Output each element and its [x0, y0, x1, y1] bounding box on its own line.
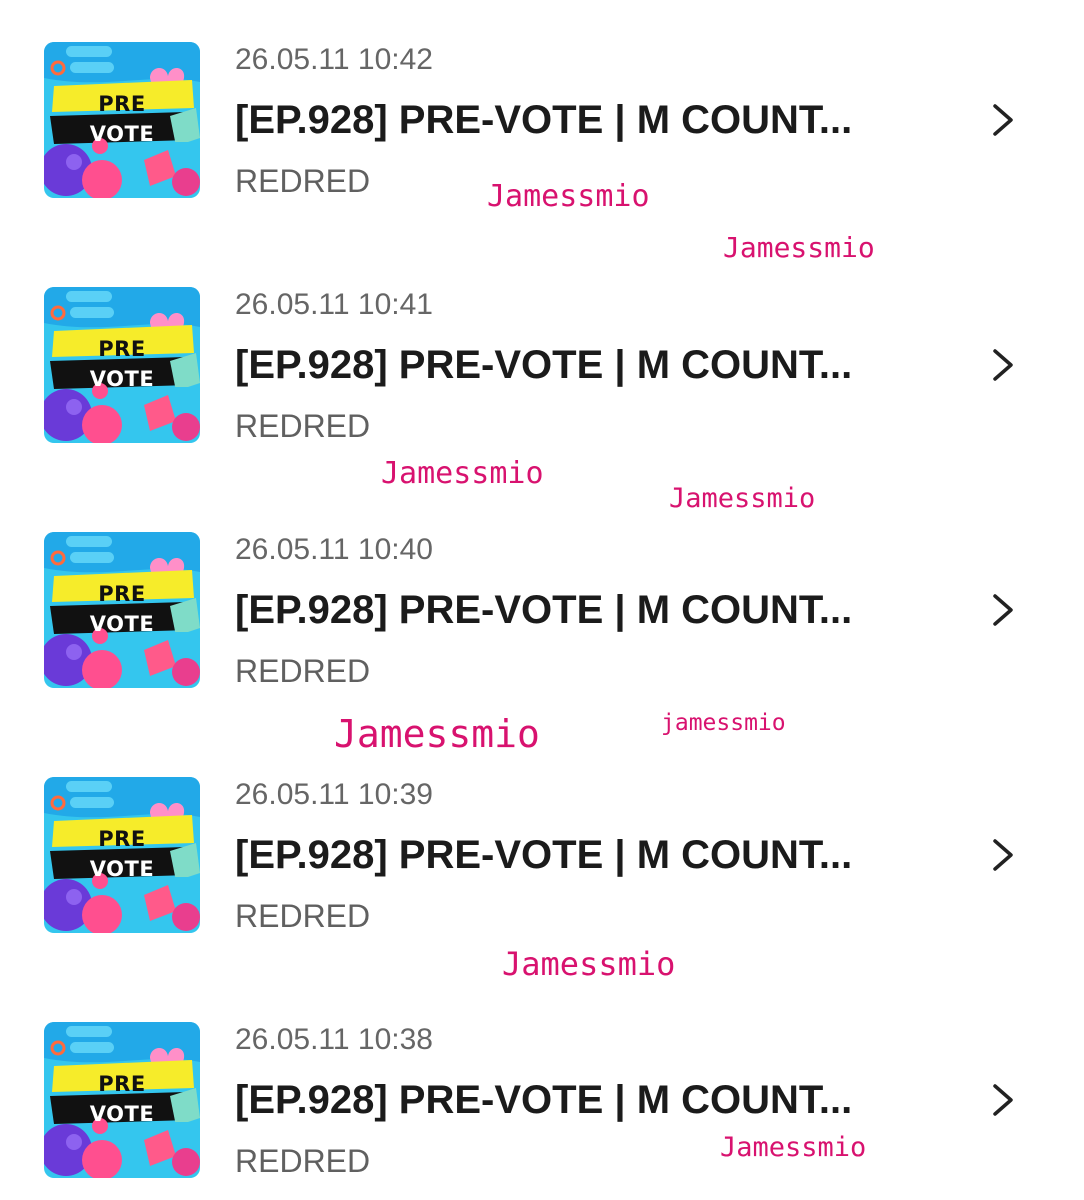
- list-item[interactable]: PRE VOTE 26.05.11 10:41 [EP.928] PRE-VOTE |…: [0, 285, 1084, 465]
- vote-author: REDRED: [235, 653, 371, 689]
- list-item[interactable]: PRE VOTE 26.05.11 10:39 [EP.928] PRE-VOTE |…: [0, 775, 1084, 955]
- vote-author: REDRED: [235, 408, 371, 444]
- thumbnail-pre-label: PRE: [98, 582, 146, 606]
- watermark-text: Jamessmio: [381, 456, 544, 491]
- watermark-text: Jamessmio: [720, 1132, 867, 1163]
- pre-vote-thumbnail: PRE VOTE: [44, 532, 200, 688]
- watermark-text: Jamessmio: [502, 945, 676, 983]
- vote-timestamp: 26.05.11 10:40: [235, 533, 433, 566]
- thumbnail-pre-label: PRE: [98, 827, 146, 851]
- pre-vote-thumbnail: PRE VOTE: [44, 1022, 200, 1178]
- vote-title: [EP.928] PRE-VOTE | M COUNT...: [235, 833, 853, 877]
- vote-title: [EP.928] PRE-VOTE | M COUNT...: [235, 588, 853, 632]
- watermark-text: jamessmio: [661, 710, 786, 736]
- thumbnail-vote-label: VOTE: [89, 857, 155, 881]
- thumbnail-pre-label: PRE: [98, 1072, 146, 1096]
- thumbnail-vote-label: VOTE: [89, 367, 155, 391]
- pre-vote-thumbnail: PRE VOTE: [44, 42, 200, 198]
- vote-title: [EP.928] PRE-VOTE | M COUNT...: [235, 98, 853, 142]
- thumbnail-pre-label: PRE: [98, 92, 146, 116]
- vote-timestamp: 26.05.11 10:42: [235, 43, 433, 76]
- watermark-text: Jamessmio: [487, 179, 650, 214]
- vote-title: [EP.928] PRE-VOTE | M COUNT...: [235, 1078, 853, 1122]
- thumbnail-vote-label: VOTE: [89, 612, 155, 636]
- chevron-right-icon[interactable]: [988, 590, 1018, 630]
- vote-author: REDRED: [235, 1143, 371, 1179]
- pre-vote-thumbnail: PRE VOTE: [44, 777, 200, 933]
- watermark-text: Jamessmio: [669, 483, 816, 514]
- chevron-right-icon[interactable]: [988, 1080, 1018, 1120]
- thumbnail-vote-label: VOTE: [89, 122, 155, 146]
- vote-timestamp: 26.05.11 10:39: [235, 778, 433, 811]
- thumbnail-pre-label: PRE: [98, 337, 146, 361]
- list-item[interactable]: PRE VOTE 26.05.11 10:40 [EP.928] PRE-VOTE |…: [0, 530, 1084, 710]
- vote-timestamp: 26.05.11 10:41: [235, 288, 433, 321]
- vote-author: REDRED: [235, 898, 371, 934]
- pre-vote-thumbnail: PRE VOTE: [44, 287, 200, 443]
- thumbnail-vote-label: VOTE: [89, 1102, 155, 1126]
- watermark-text: Jamessmio: [334, 712, 540, 756]
- list-item[interactable]: PRE VOTE 26.05.11 10:38 [EP.928] PRE-VOTE |…: [0, 1020, 1084, 1200]
- vote-author: REDRED: [235, 163, 371, 199]
- watermark-text: Jamessmio: [723, 231, 875, 264]
- vote-timestamp: 26.05.11 10:38: [235, 1023, 433, 1056]
- vote-title: [EP.928] PRE-VOTE | M COUNT...: [235, 343, 853, 387]
- chevron-right-icon[interactable]: [988, 835, 1018, 875]
- chevron-right-icon[interactable]: [988, 100, 1018, 140]
- chevron-right-icon[interactable]: [988, 345, 1018, 385]
